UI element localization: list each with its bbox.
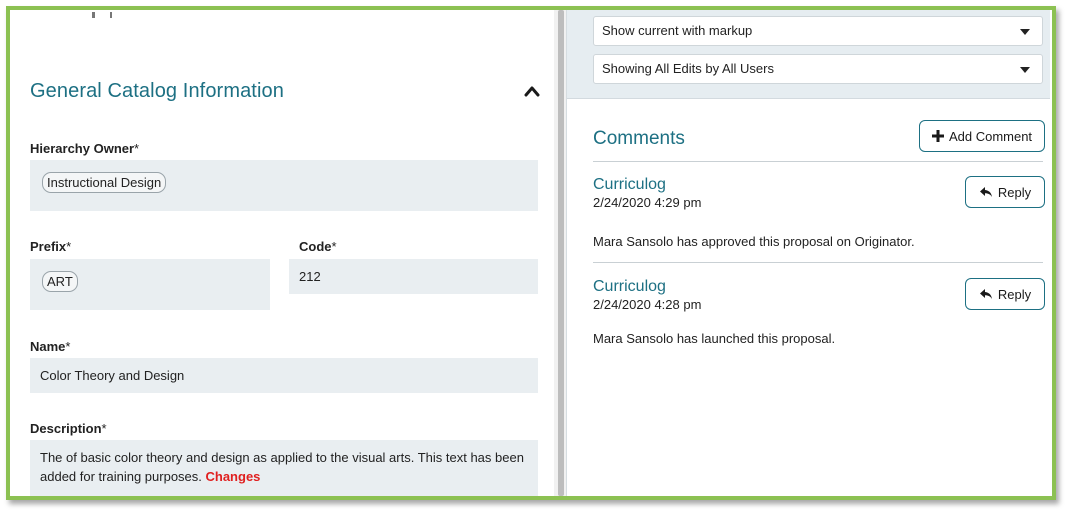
code-value: 212	[299, 269, 321, 284]
proposal-form-panel: General Catalog Information Hierarchy Ow…	[10, 10, 566, 496]
edits-filter-select[interactable]: Showing All Edits by All Users	[593, 54, 1043, 84]
comment-date: 2/24/2020 4:29 pm	[593, 195, 702, 210]
name-label: Name*	[30, 339, 71, 354]
comment-author: Curriculog	[593, 278, 666, 295]
clipped-heading-fragment	[92, 12, 116, 22]
comment-text: Mara Sansolo has approved this proposal …	[593, 234, 915, 249]
markup-view-select[interactable]: Show current with markup	[593, 16, 1043, 46]
changes-marker: Changes	[205, 469, 261, 484]
name-field[interactable]: Color Theory and Design	[30, 358, 538, 393]
divider	[593, 161, 1043, 162]
caret-down-icon	[1020, 29, 1030, 35]
form-scrollbar-thumb[interactable]	[558, 10, 564, 496]
reply-label: Reply	[997, 286, 1032, 302]
comment-author: Curriculog	[593, 176, 666, 193]
hierarchy-owner-field[interactable]: Instructional Design	[30, 160, 538, 211]
add-comment-button[interactable]: Add Comment	[919, 120, 1045, 152]
reply-button[interactable]: Reply	[965, 176, 1045, 208]
comment-date: 2/24/2020 4:28 pm	[593, 297, 702, 312]
comments-panel: Show current with markup Showing All Edi…	[566, 10, 1050, 496]
code-label: Code*	[299, 239, 337, 254]
caret-down-icon	[1020, 67, 1030, 73]
prefix-label: Prefix*	[30, 239, 72, 254]
divider	[593, 262, 1043, 263]
plus-icon	[931, 130, 944, 142]
description-text: The of basic color theory and design as …	[40, 450, 524, 484]
prefix-field[interactable]: ART	[30, 259, 270, 310]
code-field[interactable]: 212	[289, 259, 538, 294]
chevron-up-icon[interactable]	[524, 84, 540, 98]
reply-arrow-icon	[979, 187, 992, 197]
markup-view-select-value: Show current with markup	[602, 23, 753, 38]
section-title: General Catalog Information	[30, 80, 284, 102]
edits-filter-select-value: Showing All Edits by All Users	[602, 61, 774, 76]
hierarchy-owner-tag[interactable]: Instructional Design	[42, 172, 167, 193]
reply-button[interactable]: Reply	[965, 278, 1045, 310]
comments-title: Comments	[593, 128, 685, 149]
name-value: Color Theory and Design	[40, 368, 185, 383]
prefix-tag[interactable]: ART	[42, 271, 78, 292]
add-comment-label: Add Comment	[948, 128, 1033, 144]
comment-text: Mara Sansolo has launched this proposal.	[593, 331, 836, 346]
reply-arrow-icon	[979, 289, 992, 299]
hierarchy-owner-label: Hierarchy Owner*	[30, 141, 140, 156]
markup-controls: Show current with markup Showing All Edi…	[567, 10, 1050, 99]
app-frame: General Catalog Information Hierarchy Ow…	[6, 6, 1056, 500]
description-label: Description*	[30, 421, 107, 436]
reply-label: Reply	[997, 184, 1032, 200]
